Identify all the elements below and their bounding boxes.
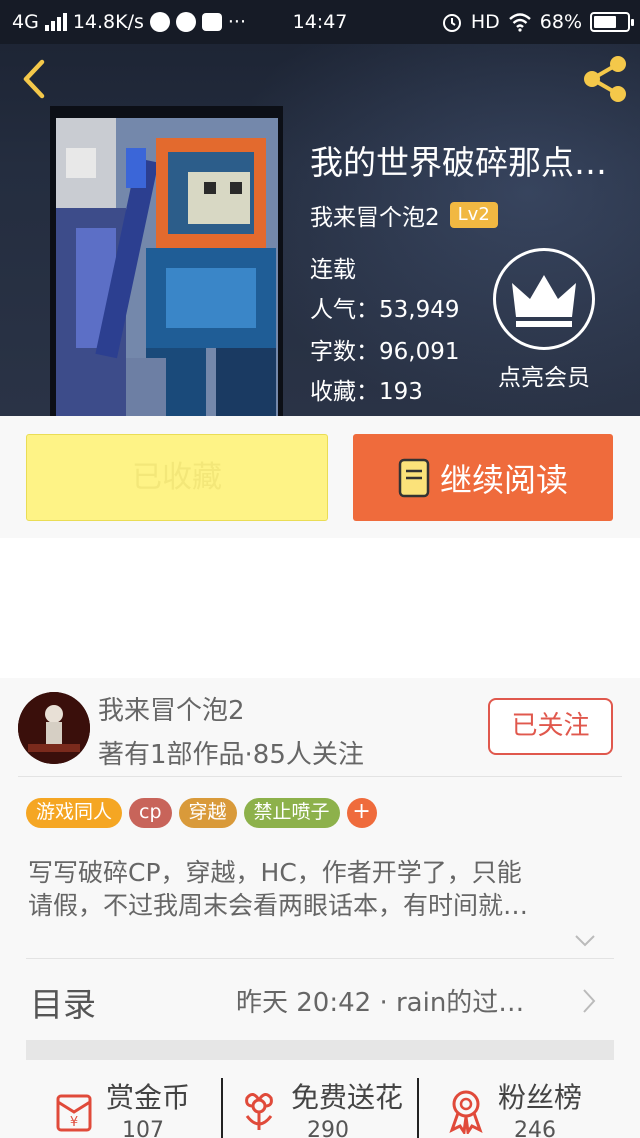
serial-status: 连载 (310, 257, 356, 283)
latest-chapter: 昨天 20:42 · rain的过… (236, 988, 525, 1018)
divider (417, 1078, 419, 1138)
book-description[interactable]: 写写破碎CP，穿越，HC，作者开学了，只能 请假，不过我周末会看两眼话本，有时间… (28, 856, 618, 922)
description-line: 写写破碎CP，穿越，HC，作者开学了，只能 (28, 858, 522, 887)
cover-image (56, 118, 278, 416)
book-icon (398, 458, 430, 497)
battery-percent: 68% (539, 11, 582, 33)
divider (18, 776, 622, 777)
share-button[interactable] (578, 52, 632, 106)
avatar[interactable] (18, 692, 90, 764)
favorites-stat: 收藏：193 (310, 379, 423, 405)
book-author[interactable]: 我来冒个泡2 (310, 198, 440, 232)
book-title: 我的世界破碎那点… (310, 143, 607, 182)
reward-coins-button[interactable]: ¥ 赏金币 107 (50, 1076, 210, 1138)
continue-reading-button[interactable]: 继续阅读 (353, 434, 613, 521)
crown-icon (512, 275, 576, 327)
tag[interactable]: 游戏同人 (26, 798, 123, 828)
stat-label: 赏金币 (106, 1081, 191, 1114)
book-detail-screen: 4G 14.8K/s ··· 14:47 HD 68% 我的世界破碎那点… 我来… (0, 0, 640, 1138)
vip-button[interactable] (493, 248, 595, 350)
stat-label: 粉丝榜 (498, 1081, 583, 1114)
level-badge: Lv2 (449, 202, 498, 228)
svg-text:¥: ¥ (70, 1115, 78, 1130)
divider (26, 958, 614, 959)
chevron-right-icon (583, 989, 596, 1013)
author-name[interactable]: 我来冒个泡2 (98, 690, 245, 727)
divider (221, 1078, 223, 1138)
stat-value: 246 (514, 1118, 556, 1138)
tag[interactable]: cp (129, 798, 172, 828)
stat-value: 290 (307, 1118, 349, 1138)
description-line: 请假，不过我周末会看两眼话本，有时间就… (28, 891, 529, 920)
status-bar: 4G 14.8K/s ··· 14:47 HD 68% (0, 0, 640, 44)
medal-icon (449, 1090, 483, 1134)
tag[interactable]: 穿越 (178, 798, 237, 828)
back-button[interactable] (14, 54, 54, 104)
fan-ranking-button[interactable]: 粉丝榜 246 (442, 1076, 602, 1138)
book-cover[interactable] (50, 106, 283, 416)
follow-button[interactable]: 已关注 (488, 698, 613, 755)
battery-icon (590, 12, 634, 32)
chevron-down-icon[interactable] (574, 934, 596, 948)
continue-reading-label: 继续阅读 (439, 460, 568, 499)
hd-label: HD (470, 11, 500, 33)
tag[interactable]: 禁止喷子 (243, 798, 340, 828)
wifi-icon (508, 13, 531, 32)
author-stats: 著有1部作品·85人关注 (98, 740, 364, 770)
action-bar: 已收藏 继续阅读 (0, 416, 640, 538)
send-flower-button[interactable]: 免费送花 290 (235, 1076, 410, 1138)
toc-title: 目录 (30, 985, 96, 1024)
word-count-stat: 字数：96,091 (310, 339, 460, 365)
stats-bar: ¥ 赏金币 107 免费送花 290 粉丝榜 246 (0, 1060, 640, 1138)
stat-label: 免费送花 (291, 1081, 404, 1114)
tag-list: 游戏同人 cp 穿越 禁止喷子 + (26, 798, 377, 828)
book-header: 4G 14.8K/s ··· 14:47 HD 68% 我的世界破碎那点… 我来… (0, 0, 640, 416)
vip-label[interactable]: 点亮会员 (474, 358, 614, 392)
table-of-contents-row[interactable]: 目录 昨天 20:42 · rain的过… (26, 960, 614, 1044)
flower-icon (245, 1093, 273, 1130)
add-tag-button[interactable]: + (346, 798, 377, 828)
popularity-stat: 人气：53,949 (310, 297, 460, 323)
collected-button[interactable]: 已收藏 (26, 434, 328, 521)
alarm-icon (442, 14, 461, 32)
stat-value: 107 (122, 1118, 164, 1138)
red-envelope-icon: ¥ (56, 1094, 92, 1132)
author-section: 我来冒个泡2 著有1部作品·85人关注 已关注 游戏同人 cp 穿越 禁止喷子 … (0, 678, 640, 1138)
